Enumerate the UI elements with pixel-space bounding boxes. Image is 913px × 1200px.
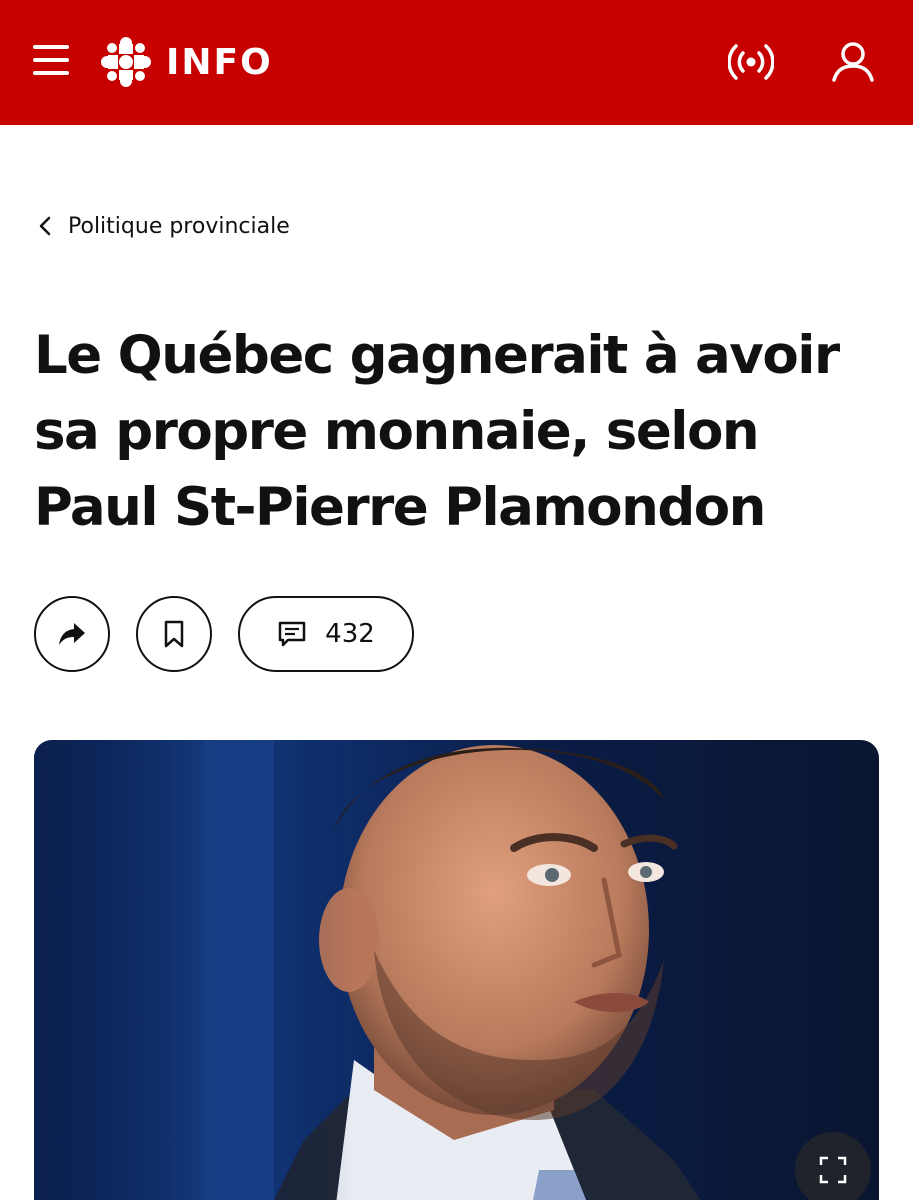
fullscreen-expand-icon bbox=[819, 1156, 847, 1184]
fullscreen-expand-button[interactable] bbox=[795, 1132, 871, 1200]
share-button[interactable] bbox=[34, 596, 110, 672]
chevron-left-icon bbox=[39, 216, 51, 236]
user-account-icon[interactable] bbox=[830, 40, 876, 84]
radio-canada-logo-icon bbox=[101, 37, 151, 87]
bookmark-button[interactable] bbox=[136, 596, 212, 672]
share-arrow-icon bbox=[59, 623, 85, 645]
article-hero-image bbox=[34, 740, 879, 1200]
comment-count: 432 bbox=[325, 619, 375, 649]
portrait-photo bbox=[34, 740, 701, 1200]
comment-icon bbox=[278, 621, 306, 647]
breadcrumb-label: Politique provinciale bbox=[68, 213, 290, 239]
comments-button[interactable]: 432 bbox=[238, 596, 414, 672]
bookmark-icon bbox=[164, 620, 184, 648]
hamburger-menu-icon[interactable] bbox=[33, 45, 69, 77]
brand-text: INFO bbox=[166, 41, 273, 83]
brand-home-link[interactable]: INFO bbox=[100, 36, 273, 88]
breadcrumb[interactable]: Politique provinciale bbox=[36, 206, 290, 246]
top-navigation-bar: INFO bbox=[0, 0, 913, 125]
live-broadcast-icon[interactable] bbox=[728, 40, 774, 84]
article-title: Le Québec gagnerait à avoir sa propre mo… bbox=[34, 325, 840, 538]
